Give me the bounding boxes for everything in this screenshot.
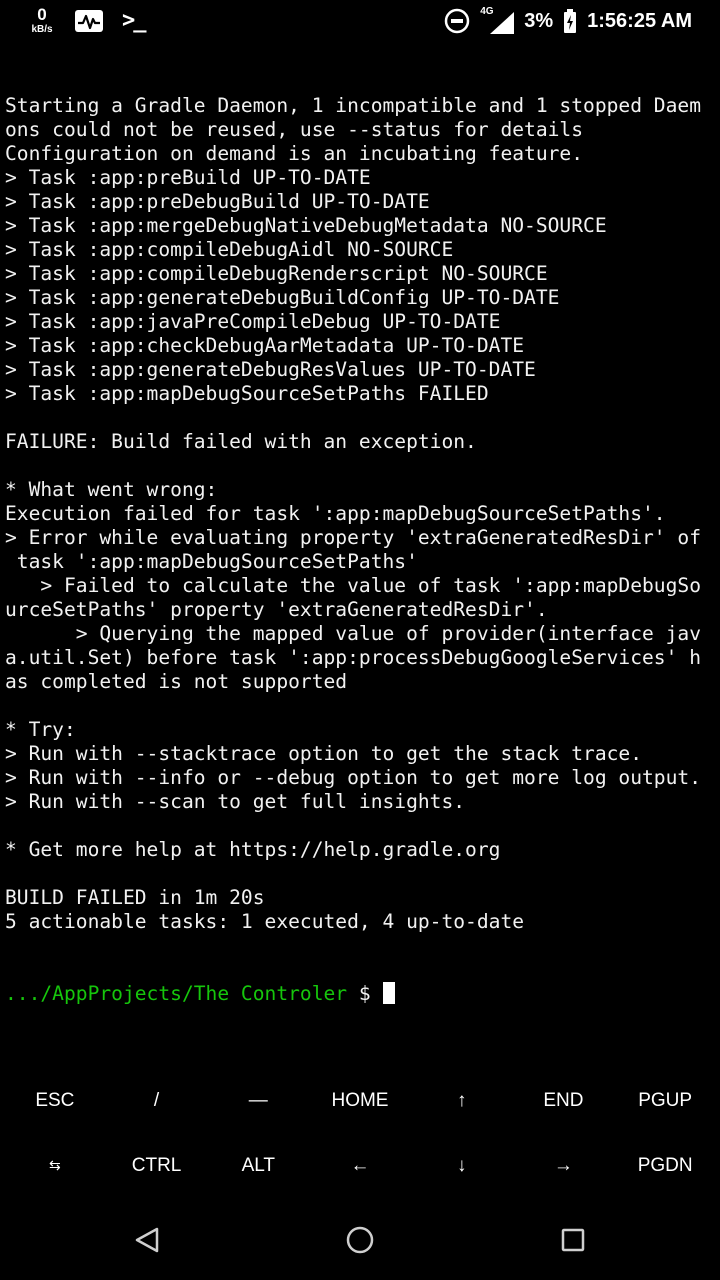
terminal-line: Configuration on demand is an incubating… (5, 142, 584, 165)
terminal-line: > Querying the mapped value of provider(… (5, 622, 701, 645)
key-tab[interactable]: ⇆ (4, 1133, 106, 1198)
terminal-line: > Error while evaluating property 'extra… (5, 526, 701, 549)
key-left[interactable]: ← (309, 1133, 411, 1198)
clock: 1:56:25 AM (587, 9, 692, 32)
key-slash[interactable]: / (106, 1068, 208, 1133)
key-right[interactable]: → (513, 1133, 615, 1198)
key-esc[interactable]: ESC (4, 1068, 106, 1133)
terminal-line: FAILURE: Build failed with an exception. (5, 430, 477, 453)
back-triangle-icon (135, 1227, 158, 1253)
terminal-line: ons could not be reused, use --status fo… (5, 118, 584, 141)
terminal-line: > Task :app:preBuild UP-TO-DATE (5, 166, 371, 189)
terminal-line: * Get more help at https://help.gradle.o… (5, 838, 501, 861)
recents-square-icon (562, 1228, 585, 1252)
back-button[interactable] (97, 1210, 197, 1270)
terminal-line: > Task :app:compileDebugAidl NO-SOURCE (5, 238, 454, 261)
key-down[interactable]: ↓ (411, 1133, 513, 1198)
terminal-line: > Run with --info or --debug option to g… (5, 766, 701, 789)
key-end[interactable]: END (513, 1068, 615, 1133)
key-home[interactable]: HOME (309, 1068, 411, 1133)
terminal-line: > Run with --scan to get full insights. (5, 790, 466, 813)
status-bar-left: 0 kB/s >_ (28, 6, 146, 35)
extra-keys-bar: ESC / — HOME ↑ END PGUP ⇆ CTRL ALT ← ↓ →… (4, 1068, 716, 1198)
terminal-line: > Task :app:generateDebugBuildConfig UP-… (5, 286, 560, 309)
terminal-line: > Task :app:checkDebugAarMetadata UP-TO-… (5, 334, 525, 357)
battery-percent: 3% (524, 9, 554, 32)
recents-button[interactable] (523, 1210, 623, 1270)
key-ctrl[interactable]: CTRL (106, 1133, 208, 1198)
terminal-line: Starting a Gradle Daemon, 1 incompatible… (5, 94, 701, 117)
terminal-line: 5 actionable tasks: 1 executed, 4 up-to-… (5, 910, 525, 933)
home-button[interactable] (310, 1210, 410, 1270)
terminal-line: task ':app:mapDebugSourceSetPaths' (5, 550, 418, 573)
network-speed-indicator: 0 kB/s (28, 6, 56, 35)
prompt-symbol: $ (358, 982, 371, 1005)
prompt-path: .../AppProjects/The Controler (5, 982, 348, 1005)
key-pgdn[interactable]: PGDN (614, 1133, 716, 1198)
do-not-disturb-icon (444, 8, 470, 34)
terminal-line: > Task :app:mergeDebugNativeDebugMetadat… (5, 214, 607, 237)
pulse-icon (75, 9, 103, 32)
net-speed-unit: kB/s (31, 24, 53, 35)
home-circle-icon (346, 1226, 374, 1254)
terminal-line: > Failed to calculate the value of task … (5, 574, 701, 597)
terminal-output[interactable]: Starting a Gradle Daemon, 1 incompatible… (5, 46, 717, 1066)
terminal-line: > Task :app:mapDebugSourceSetPaths FAILE… (5, 382, 489, 405)
terminal-lines: Starting a Gradle Daemon, 1 incompatible… (5, 94, 717, 934)
key-dash[interactable]: — (207, 1068, 309, 1133)
key-pgup[interactable]: PGUP (614, 1068, 716, 1133)
terminal-cursor (382, 982, 395, 1004)
terminal-icon: >_ (122, 8, 146, 33)
key-up[interactable]: ↑ (411, 1068, 513, 1133)
battery-charging-icon (564, 9, 577, 33)
terminal-line: Execution failed for task ':app:mapDebug… (5, 502, 666, 525)
terminal-line: BUILD FAILED in 1m 20s (5, 886, 265, 909)
terminal-line: > Task :app:compileDebugRenderscript NO-… (5, 262, 548, 285)
terminal-line: > Run with --stacktrace option to get th… (5, 742, 643, 765)
terminal-line: > Task :app:javaPreCompileDebug UP-TO-DA… (5, 310, 501, 333)
terminal-line: * What went wrong: (5, 478, 218, 501)
signal-icon (490, 12, 515, 34)
terminal-line: urceSetPaths' property 'extraGeneratedRe… (5, 598, 548, 621)
terminal-line: > Task :app:preDebugBuild UP-TO-DATE (5, 190, 430, 213)
key-alt[interactable]: ALT (207, 1133, 309, 1198)
signal-indicator: 4G (480, 6, 515, 34)
terminal-line: as completed is not supported (5, 670, 348, 693)
terminal-line: > Task :app:generateDebugResValues UP-TO… (5, 358, 536, 381)
terminal-line: * Try: (5, 718, 76, 741)
net-speed-value: 0 (37, 5, 47, 24)
status-bar-right: 4G 3% 1:56:25 AM (444, 6, 692, 36)
navigation-bar (0, 1200, 720, 1280)
terminal-line: a.util.Set) before task ':app:processDeb… (5, 646, 701, 669)
status-bar: 0 kB/s >_ 4G 3% 1:56:25 AM (0, 0, 720, 44)
terminal-prompt-line[interactable]: .../AppProjects/The Controler $ (5, 982, 717, 1006)
